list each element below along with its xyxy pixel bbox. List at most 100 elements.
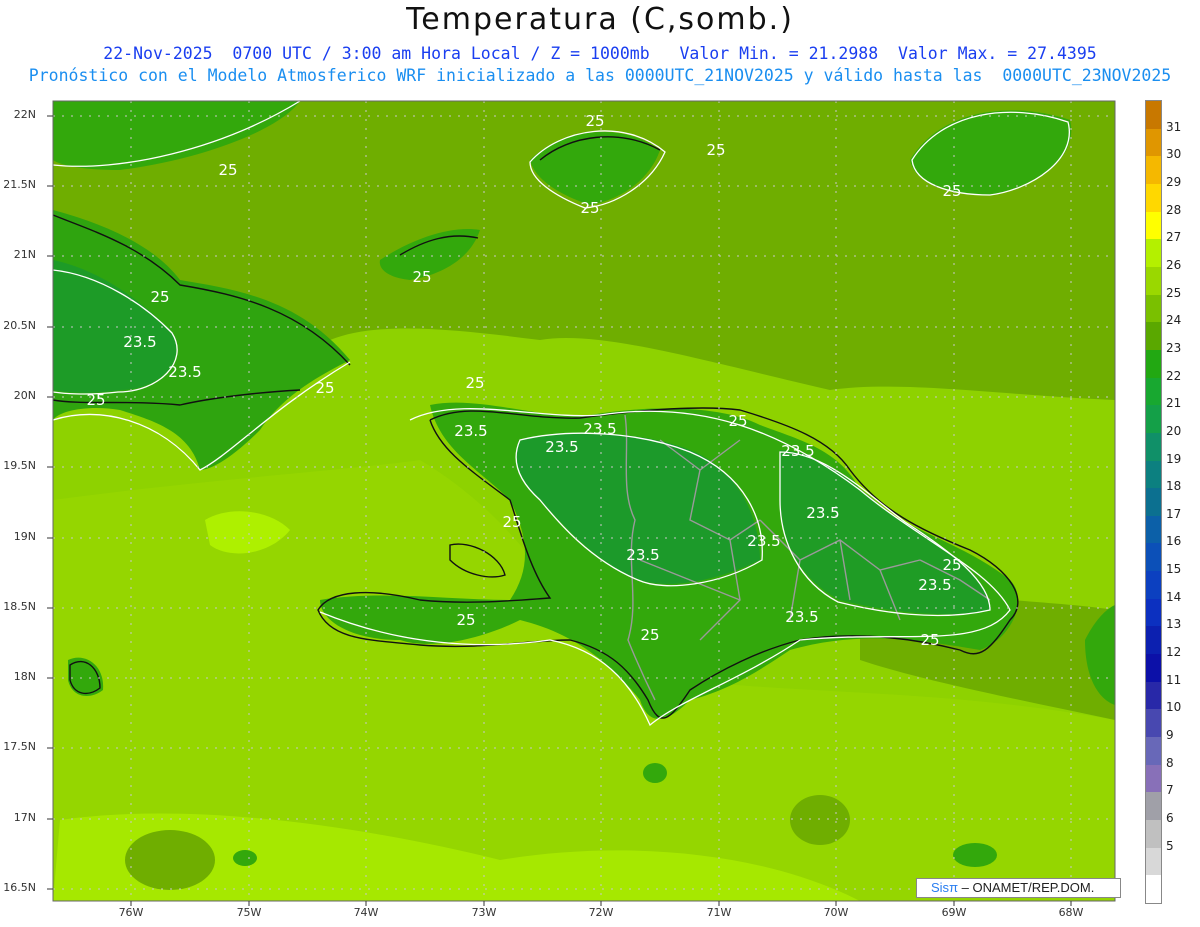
contour-label: 25	[150, 288, 169, 306]
colorbar-label: 26	[1166, 257, 1182, 272]
colorbar-label: 24	[1166, 313, 1182, 328]
contour-label: 23.5	[454, 422, 487, 440]
credit-box: Sisπ – ONAMET/REP.DOM.	[916, 878, 1121, 898]
lon-tick-label: 71W	[706, 906, 732, 919]
lat-tick-label: 18.5N	[3, 600, 36, 613]
lat-tick-label: 21N	[13, 248, 36, 261]
lon-tick-label: 70W	[823, 906, 849, 919]
lat-tick-label: 20N	[13, 389, 36, 402]
colorbar-cell	[1146, 322, 1161, 351]
contour-label: 25	[465, 374, 484, 392]
credit-pi: π	[949, 880, 959, 895]
colorbar-label: 20	[1166, 423, 1182, 438]
temperature-map: 25 25 25 25 25 25 25 25 25 25 25 25 25 23.5 23.5 23.5 23…	[47, 100, 1116, 906]
colorbar-cell	[1146, 239, 1161, 268]
colorbar-cell	[1146, 847, 1161, 876]
contour-label: 23.5	[785, 608, 818, 626]
contour-label: 25	[412, 268, 431, 286]
contour-label: 23.5	[545, 438, 578, 456]
colorbar-label: 21	[1166, 396, 1182, 411]
colorbar-label: 6	[1166, 811, 1174, 826]
colorbar-label: 7	[1166, 783, 1174, 798]
contour-label: 25	[502, 513, 521, 531]
lon-tick-label: 76W	[118, 906, 144, 919]
colorbar-cell	[1146, 820, 1161, 849]
lat-tick-label: 19.5N	[3, 459, 36, 472]
contour-label: 25	[920, 631, 939, 649]
colorbar-cell	[1146, 571, 1161, 600]
colorbar-cell	[1146, 183, 1161, 213]
colorbar-label: 27	[1166, 230, 1182, 245]
contour-label: 25	[580, 199, 599, 217]
contour-label: 25	[728, 412, 747, 430]
colorbar-cell	[1146, 598, 1161, 627]
lon-tick-label: 69W	[941, 906, 967, 919]
colorbar-label: 19	[1166, 451, 1182, 466]
contour-label: 23.5	[583, 420, 616, 438]
contour-label: 23.5	[781, 442, 814, 460]
colorbar-cell	[1146, 515, 1161, 544]
colorbar-label: 15	[1166, 562, 1182, 577]
lon-tick-label: 73W	[471, 906, 497, 919]
colorbar-cell	[1146, 128, 1161, 157]
colorbar	[1145, 100, 1162, 904]
contour-label: 25	[315, 379, 334, 397]
colorbar-label: 12	[1166, 645, 1182, 660]
colorbar-cell	[1146, 792, 1161, 821]
credit-text: – ONAMET/REP.DOM.	[961, 880, 1095, 895]
colorbar-label: 13	[1166, 617, 1182, 632]
lat-tick-label: 20.5N	[3, 319, 36, 332]
colorbar-cell	[1146, 681, 1161, 710]
contour-label: 25	[585, 112, 604, 130]
colorbar-label: 17	[1166, 506, 1182, 521]
lat-tick-label: 17N	[13, 811, 36, 824]
colorbar-cell	[1146, 405, 1161, 434]
island-blob	[790, 795, 850, 845]
colorbar-label: 28	[1166, 202, 1182, 217]
contour-label: 23.5	[123, 333, 156, 351]
credit-brand: Sis	[931, 880, 950, 895]
contour-label: 23.5	[626, 546, 659, 564]
colorbar-label: 29	[1166, 174, 1182, 189]
contour-label: 25	[218, 161, 237, 179]
colorbar-label: 8	[1166, 755, 1174, 770]
colorbar-cell	[1146, 460, 1161, 489]
colorbar-cell	[1146, 737, 1161, 766]
contour-label: 25	[86, 391, 105, 409]
colorbar-cell	[1146, 349, 1161, 379]
colorbar-cell	[1146, 709, 1161, 738]
lat-tick-label: 22N	[13, 108, 36, 121]
colorbar-label: 18	[1166, 479, 1182, 494]
lon-tick-label: 74W	[353, 906, 379, 919]
colorbar-label: 10	[1166, 700, 1182, 715]
colorbar-cell	[1146, 764, 1161, 793]
lon-tick-label: 68W	[1058, 906, 1084, 919]
colorbar-label: 5	[1166, 838, 1174, 853]
contour-label: 23.5	[168, 363, 201, 381]
lon-tick-label: 72W	[588, 906, 614, 919]
contour-label: 25	[706, 141, 725, 159]
colorbar-label: 25	[1166, 285, 1182, 300]
contour-label: 25	[640, 626, 659, 644]
lat-tick-label: 17.5N	[3, 740, 36, 753]
lat-tick-label: 16.5N	[3, 881, 36, 894]
colorbar-label: 31	[1166, 119, 1182, 134]
colorbar-cell	[1146, 875, 1161, 904]
lat-tick-label: 18N	[13, 670, 36, 683]
colorbar-cell	[1146, 626, 1161, 655]
lon-tick-label: 75W	[236, 906, 262, 919]
island-blob	[233, 850, 257, 866]
contour-label: 25	[942, 182, 961, 200]
contour-label: 23.5	[747, 532, 780, 550]
colorbar-cell	[1146, 211, 1161, 240]
colorbar-cell	[1146, 377, 1161, 406]
colorbar-cell	[1146, 543, 1161, 572]
colorbar-label: 14	[1166, 589, 1182, 604]
contour-label: 23.5	[806, 504, 839, 522]
colorbar-cell	[1146, 156, 1161, 185]
colorbar-cell	[1146, 654, 1161, 683]
colorbar-cell	[1146, 294, 1161, 323]
contour-label: 25	[456, 611, 475, 629]
lat-tick-label: 19N	[13, 530, 36, 543]
contour-label: 25	[942, 556, 961, 574]
